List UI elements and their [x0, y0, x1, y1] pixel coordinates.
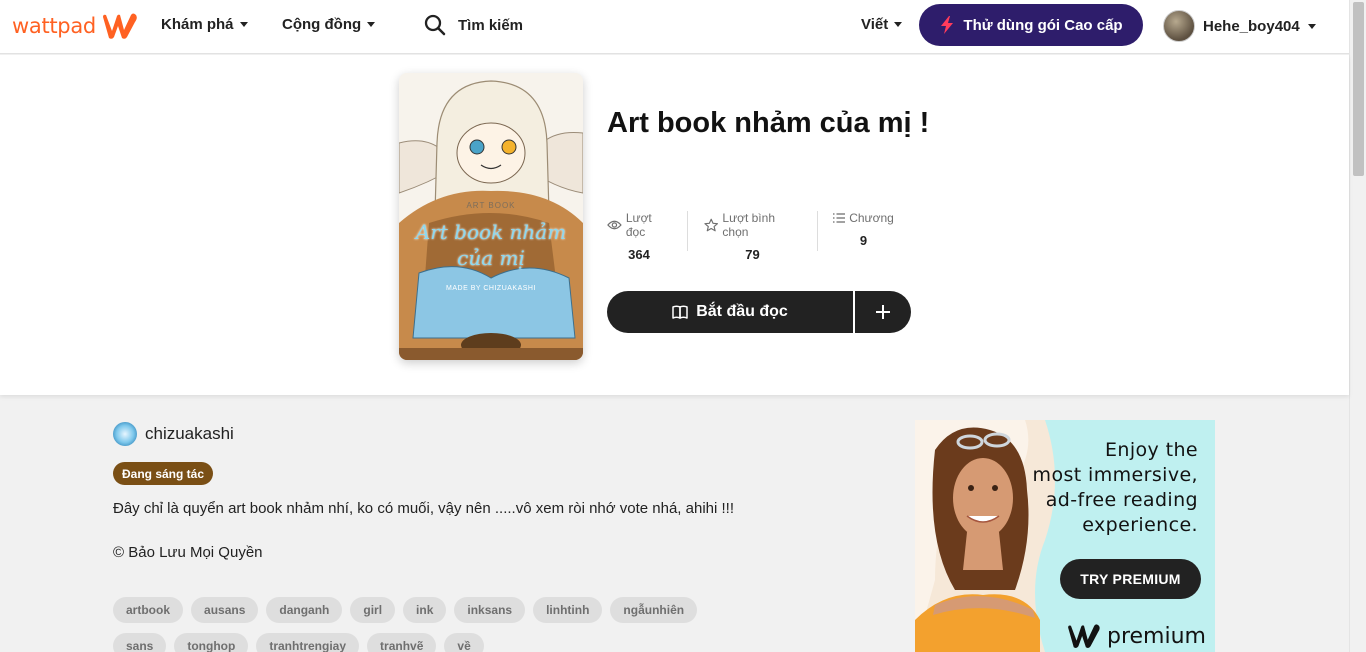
- author-link[interactable]: chizuakashi: [113, 422, 234, 446]
- scrollbar-thumb[interactable]: [1353, 2, 1364, 176]
- author-name: chizuakashi: [145, 424, 234, 443]
- chevron-down-icon: [1307, 23, 1316, 29]
- top-navbar: wattpad Khám phá Cộng đồng Viết Thử dùng…: [0, 0, 1349, 54]
- search-bar: [424, 14, 738, 36]
- stat-votes: Lượt bình chọn 79: [687, 211, 817, 262]
- ad-line-3: ad-free reading: [1045, 489, 1198, 511]
- tag-list: artbook ausans danganh girl ink inksans …: [113, 597, 753, 652]
- try-premium-ad-button[interactable]: TRY PREMIUM: [1060, 559, 1201, 599]
- ad-brand-label: premium: [1107, 623, 1206, 649]
- stat-chapters-label-row: Chương: [833, 211, 894, 225]
- search-input[interactable]: [458, 16, 738, 34]
- cover-title: Art book nhảm của mị: [399, 219, 583, 271]
- wattpad-w-icon: [102, 13, 137, 39]
- copyright-notice: © Bảo Lưu Mọi Quyền: [113, 544, 263, 561]
- premium-ad[interactable]: Enjoy the most immersive, ad-free readin…: [915, 420, 1215, 652]
- stat-reads-value: 364: [628, 247, 650, 262]
- cover-byline: MADE BY CHIZUAKASHI: [446, 285, 536, 292]
- story-cover[interactable]: ART BOOK Art book nhảm của mị MADE BY CH…: [399, 73, 583, 360]
- page-title: Art book nhảm của mị !: [607, 107, 930, 139]
- ad-line-1: Enjoy the: [1104, 439, 1198, 461]
- username: Hehe_boy404: [1203, 17, 1300, 35]
- stat-chapters: Chương 9: [817, 211, 909, 251]
- tag-ve[interactable]: về: [444, 633, 484, 652]
- story-hero: ART BOOK Art book nhảm của mị MADE BY CH…: [0, 55, 1349, 395]
- chevron-down-icon: [367, 22, 376, 27]
- try-premium-button[interactable]: Thử dùng gói Cao cấp: [919, 4, 1143, 46]
- plus-icon: [876, 305, 890, 319]
- explore-label: Khám phá: [161, 16, 234, 33]
- premium-label: Thử dùng gói Cao cấp: [963, 16, 1123, 34]
- stat-chapters-value: 9: [859, 233, 868, 248]
- cover-illustration: [399, 73, 583, 360]
- star-icon: [704, 218, 719, 232]
- ad-line-4: experience.: [1082, 514, 1198, 536]
- ad-premium-brand: premium: [1065, 622, 1206, 650]
- wattpad-logo[interactable]: wattpad: [12, 11, 140, 41]
- start-reading-label: Bắt đầu đọc: [696, 303, 788, 320]
- chevron-down-icon: [239, 22, 248, 27]
- stat-votes-label: Lượt bình chọn: [722, 211, 775, 239]
- tag-tranhve[interactable]: tranhvẽ: [367, 633, 437, 652]
- tag-linhtinh[interactable]: linhtinh: [533, 597, 603, 623]
- cover-label: ART BOOK: [466, 201, 516, 210]
- list-icon: [833, 213, 846, 223]
- author-avatar: [113, 422, 137, 446]
- stat-reads-label: Lượt đọc: [625, 211, 652, 239]
- story-stats: Lượt đọc 364 Lượt bình chọn 79 Chương 9: [607, 211, 909, 262]
- cover-title-line1: Art book nhảm: [415, 220, 567, 244]
- ad-copy: Enjoy the most immersive, ad-free readin…: [1008, 438, 1198, 538]
- story-description: Đây chỉ là quyển art book nhảm nhí, ko c…: [113, 500, 734, 517]
- chevron-down-icon: [894, 22, 903, 27]
- stat-chapters-label: Chương: [849, 211, 894, 225]
- tag-sans[interactable]: sans: [113, 633, 167, 652]
- tag-inksans[interactable]: inksans: [454, 597, 526, 623]
- page-scrollbar[interactable]: [1349, 0, 1366, 652]
- tag-girl[interactable]: girl: [350, 597, 396, 623]
- tag-danganh[interactable]: danganh: [266, 597, 343, 623]
- search-icon[interactable]: [424, 14, 446, 36]
- write-menu[interactable]: Viết: [861, 16, 903, 33]
- eye-icon: [607, 220, 622, 230]
- tag-ink[interactable]: ink: [403, 597, 447, 623]
- stat-reads: Lượt đọc 364: [607, 211, 687, 262]
- tag-artbook[interactable]: artbook: [113, 597, 184, 623]
- stat-votes-label-row: Lượt bình chọn: [704, 211, 801, 239]
- book-icon: [672, 305, 688, 319]
- community-menu[interactable]: Cộng đồng: [282, 16, 376, 33]
- status-badge: Đang sáng tác: [113, 462, 214, 485]
- write-label: Viết: [861, 16, 889, 33]
- community-label: Cộng đồng: [282, 16, 362, 33]
- tag-tonghop[interactable]: tonghop: [174, 633, 249, 652]
- tag-ausans[interactable]: ausans: [191, 597, 259, 623]
- stat-votes-value: 79: [745, 247, 760, 262]
- explore-menu[interactable]: Khám phá: [161, 16, 248, 33]
- logo-wordmark: wattpad: [12, 14, 96, 38]
- avatar: [1163, 10, 1195, 42]
- stat-reads-label-row: Lượt đọc: [607, 211, 671, 239]
- tag-ngaunhien[interactable]: ngẫunhiên: [610, 597, 698, 623]
- start-reading-button[interactable]: Bắt đầu đọc: [607, 291, 853, 333]
- lightning-icon: [941, 16, 954, 34]
- user-menu[interactable]: Hehe_boy404: [1163, 10, 1316, 42]
- ad-line-2: most immersive,: [1032, 464, 1198, 486]
- add-to-library-button[interactable]: [855, 291, 911, 333]
- cover-title-line2: của mị: [457, 246, 525, 270]
- tag-tranhtrengiay[interactable]: tranhtrengiay: [256, 633, 360, 652]
- wattpad-w-icon: [1068, 624, 1100, 648]
